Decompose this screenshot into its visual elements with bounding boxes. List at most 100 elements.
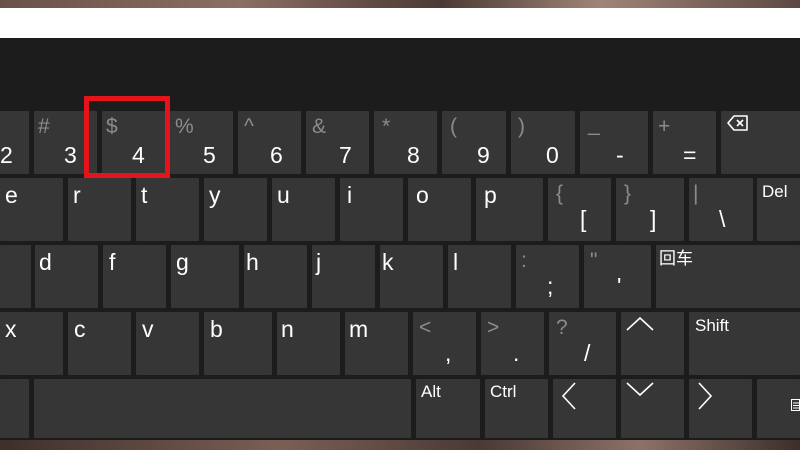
key-main-label: r [73,182,81,208]
key-y[interactable]: y [204,178,267,241]
key-main-label: g [176,249,189,275]
key-4[interactable]: $ 4 [102,111,165,174]
key-period[interactable]: > . [481,312,544,375]
key-m[interactable]: m [345,312,408,375]
keyboard-menu-icon [791,399,800,411]
key-p[interactable]: p [476,178,543,241]
key-3[interactable]: # 3 [34,111,97,174]
key-main-label: - [616,142,624,168]
arrow-up-icon [626,316,654,331]
key-h[interactable]: h [244,245,307,308]
key-shift-label: & [312,115,327,138]
key-main-label: m [349,316,369,342]
key-main-label: o [416,182,429,208]
key-main-label: b [210,316,223,342]
key-j[interactable]: j [312,245,375,308]
key-main-label: = [683,142,697,168]
key-slash[interactable]: ? / [549,312,616,375]
key-arrow-right[interactable] [689,379,752,438]
key-main-label: ] [650,206,657,232]
key-backspace[interactable] [721,111,800,174]
key-n[interactable]: n [277,312,340,375]
key-enter[interactable]: 回车 [656,245,800,308]
key-shift[interactable]: Shift [689,312,800,375]
key-s-partial[interactable] [0,245,31,308]
key-main-label: . [513,340,520,366]
key-c[interactable]: c [68,312,131,375]
key-backslash[interactable]: | \ [689,178,753,241]
keyboard-toolbar [0,38,800,108]
key-2[interactable]: 2 [0,111,29,174]
key-0[interactable]: ) 0 [511,111,575,174]
key-e[interactable]: e [0,178,63,241]
key-v[interactable]: v [136,312,199,375]
key-space[interactable] [34,379,411,438]
key-r[interactable]: r [68,178,131,241]
backspace-icon [727,115,748,131]
key-main-label: v [142,316,154,342]
desktop-wallpaper-bottom [0,440,800,450]
arrow-left-icon [561,382,576,410]
key-shift-label: } [624,182,632,205]
key-5[interactable]: % 5 [170,111,233,174]
input-area[interactable] [0,8,800,38]
key-arrow-up[interactable] [621,312,684,375]
key-keyboard-menu[interactable] [757,379,800,438]
key-text-label: Alt [421,382,441,401]
key-b[interactable]: b [204,312,272,375]
key-9[interactable]: ( 9 [442,111,506,174]
key-main-label: t [141,182,148,208]
key-comma[interactable]: < , [413,312,476,375]
desktop-wallpaper-top [0,0,800,8]
key-main-label: 0 [546,142,559,168]
key-shift-label: : [521,249,527,272]
key-shift-label: _ [588,113,600,136]
key-main-label: 7 [339,142,352,168]
key-equals[interactable]: + = [653,111,716,174]
key-semicolon[interactable]: : ; [516,245,579,308]
key-7[interactable]: & 7 [306,111,369,174]
key-x[interactable]: x [0,312,63,375]
key-shift-label: { [556,182,564,205]
key-d[interactable]: d [35,245,98,308]
key-minus[interactable]: _ - [580,111,648,174]
key-ctrl[interactable]: Ctrl [485,379,548,438]
key-main-label: f [109,249,116,275]
key-main-label: / [584,340,591,366]
key-arrow-left[interactable] [553,379,616,438]
key-shift-label: ( [450,115,457,138]
key-main-label: e [5,182,18,208]
key-main-label: 8 [407,142,420,168]
key-main-label: ; [547,273,554,299]
key-left-bracket[interactable]: { [ [548,178,611,241]
key-shift-label: ) [518,115,525,138]
key-o[interactable]: o [408,178,471,241]
key-main-label: \ [719,206,726,232]
key-alt[interactable]: Alt [416,379,480,438]
key-g[interactable]: g [171,245,239,308]
key-f[interactable]: f [103,245,166,308]
key-main-label: h [246,249,259,275]
key-8[interactable]: * 8 [374,111,437,174]
key-u[interactable]: u [272,178,335,241]
key-delete[interactable]: Del [757,178,800,241]
key-quote[interactable]: " ' [584,245,651,308]
key-ctrl-partial[interactable] [0,379,29,438]
key-k[interactable]: k [380,245,443,308]
key-main-label: , [445,340,452,366]
key-shift-label: ? [556,316,568,339]
key-6[interactable]: ^ 6 [238,111,301,174]
key-shift-label: < [419,316,432,339]
key-t[interactable]: t [136,178,199,241]
key-i[interactable]: i [340,178,403,241]
key-shift-label: # [38,115,50,138]
key-main-label: k [382,249,394,275]
key-main-label: u [277,182,290,208]
key-main-label: 2 [0,142,13,168]
key-right-bracket[interactable]: } ] [616,178,684,241]
key-shift-label: + [658,115,671,138]
key-arrow-down[interactable] [621,379,684,438]
key-main-label: ' [617,273,622,299]
key-text-label: Shift [695,316,730,335]
key-l[interactable]: l [448,245,511,308]
